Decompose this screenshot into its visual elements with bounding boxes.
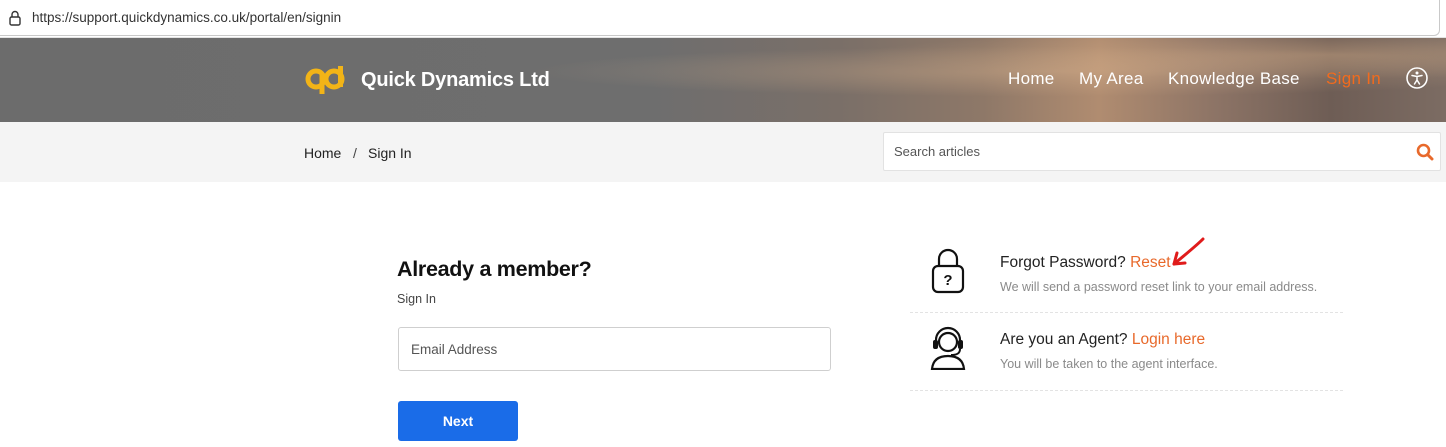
svg-text:?: ? (943, 272, 952, 289)
agent-label: Are you an Agent? (1000, 331, 1128, 348)
agent-login-text: Are you an Agent? Login here (1000, 331, 1205, 349)
breadcrumb-current: Sign In (368, 145, 412, 161)
brand-name[interactable]: Quick Dynamics Ltd (361, 69, 550, 92)
headset-agent-icon (930, 326, 966, 370)
padlock-question-icon: ? (931, 248, 965, 294)
search-input[interactable] (884, 133, 1404, 170)
nav-my-area[interactable]: My Area (1079, 69, 1143, 89)
forgot-password-label: Forgot Password? (1000, 254, 1126, 271)
forgot-password-text: Forgot Password? Reset (1000, 254, 1171, 272)
search-box (883, 132, 1441, 171)
options-divider-bottom (910, 390, 1343, 391)
next-button[interactable]: Next (398, 401, 518, 441)
forgot-password-description: We will send a password reset link to yo… (1000, 280, 1318, 294)
options-divider (910, 312, 1343, 313)
reset-link[interactable]: Reset (1130, 254, 1171, 271)
site-header: Quick Dynamics Ltd Home My Area Knowledg… (0, 38, 1446, 122)
url-text[interactable]: https://support.quickdynamics.co.uk/port… (32, 10, 341, 25)
breadcrumb-separator: / (353, 145, 357, 161)
nav-sign-in[interactable]: Sign In (1326, 69, 1381, 89)
breadcrumb-bar: Home / Sign In (0, 122, 1446, 182)
accessibility-icon[interactable] (1406, 67, 1428, 89)
agent-description: You will be taken to the agent interface… (1000, 357, 1218, 371)
breadcrumb-home[interactable]: Home (304, 145, 341, 161)
email-field[interactable] (398, 327, 831, 371)
agent-login-link[interactable]: Login here (1132, 331, 1205, 348)
search-icon[interactable] (1416, 143, 1434, 161)
lock-icon (9, 10, 21, 26)
signin-heading: Already a member? (397, 257, 592, 281)
red-arrow-annotation (1172, 237, 1205, 266)
nav-home[interactable]: Home (1008, 69, 1055, 89)
logo-icon[interactable] (305, 64, 345, 96)
signin-subtitle: Sign In (397, 292, 436, 306)
nav-knowledge-base[interactable]: Knowledge Base (1168, 69, 1300, 89)
browser-address-bar[interactable]: https://support.quickdynamics.co.uk/port… (0, 0, 1446, 38)
